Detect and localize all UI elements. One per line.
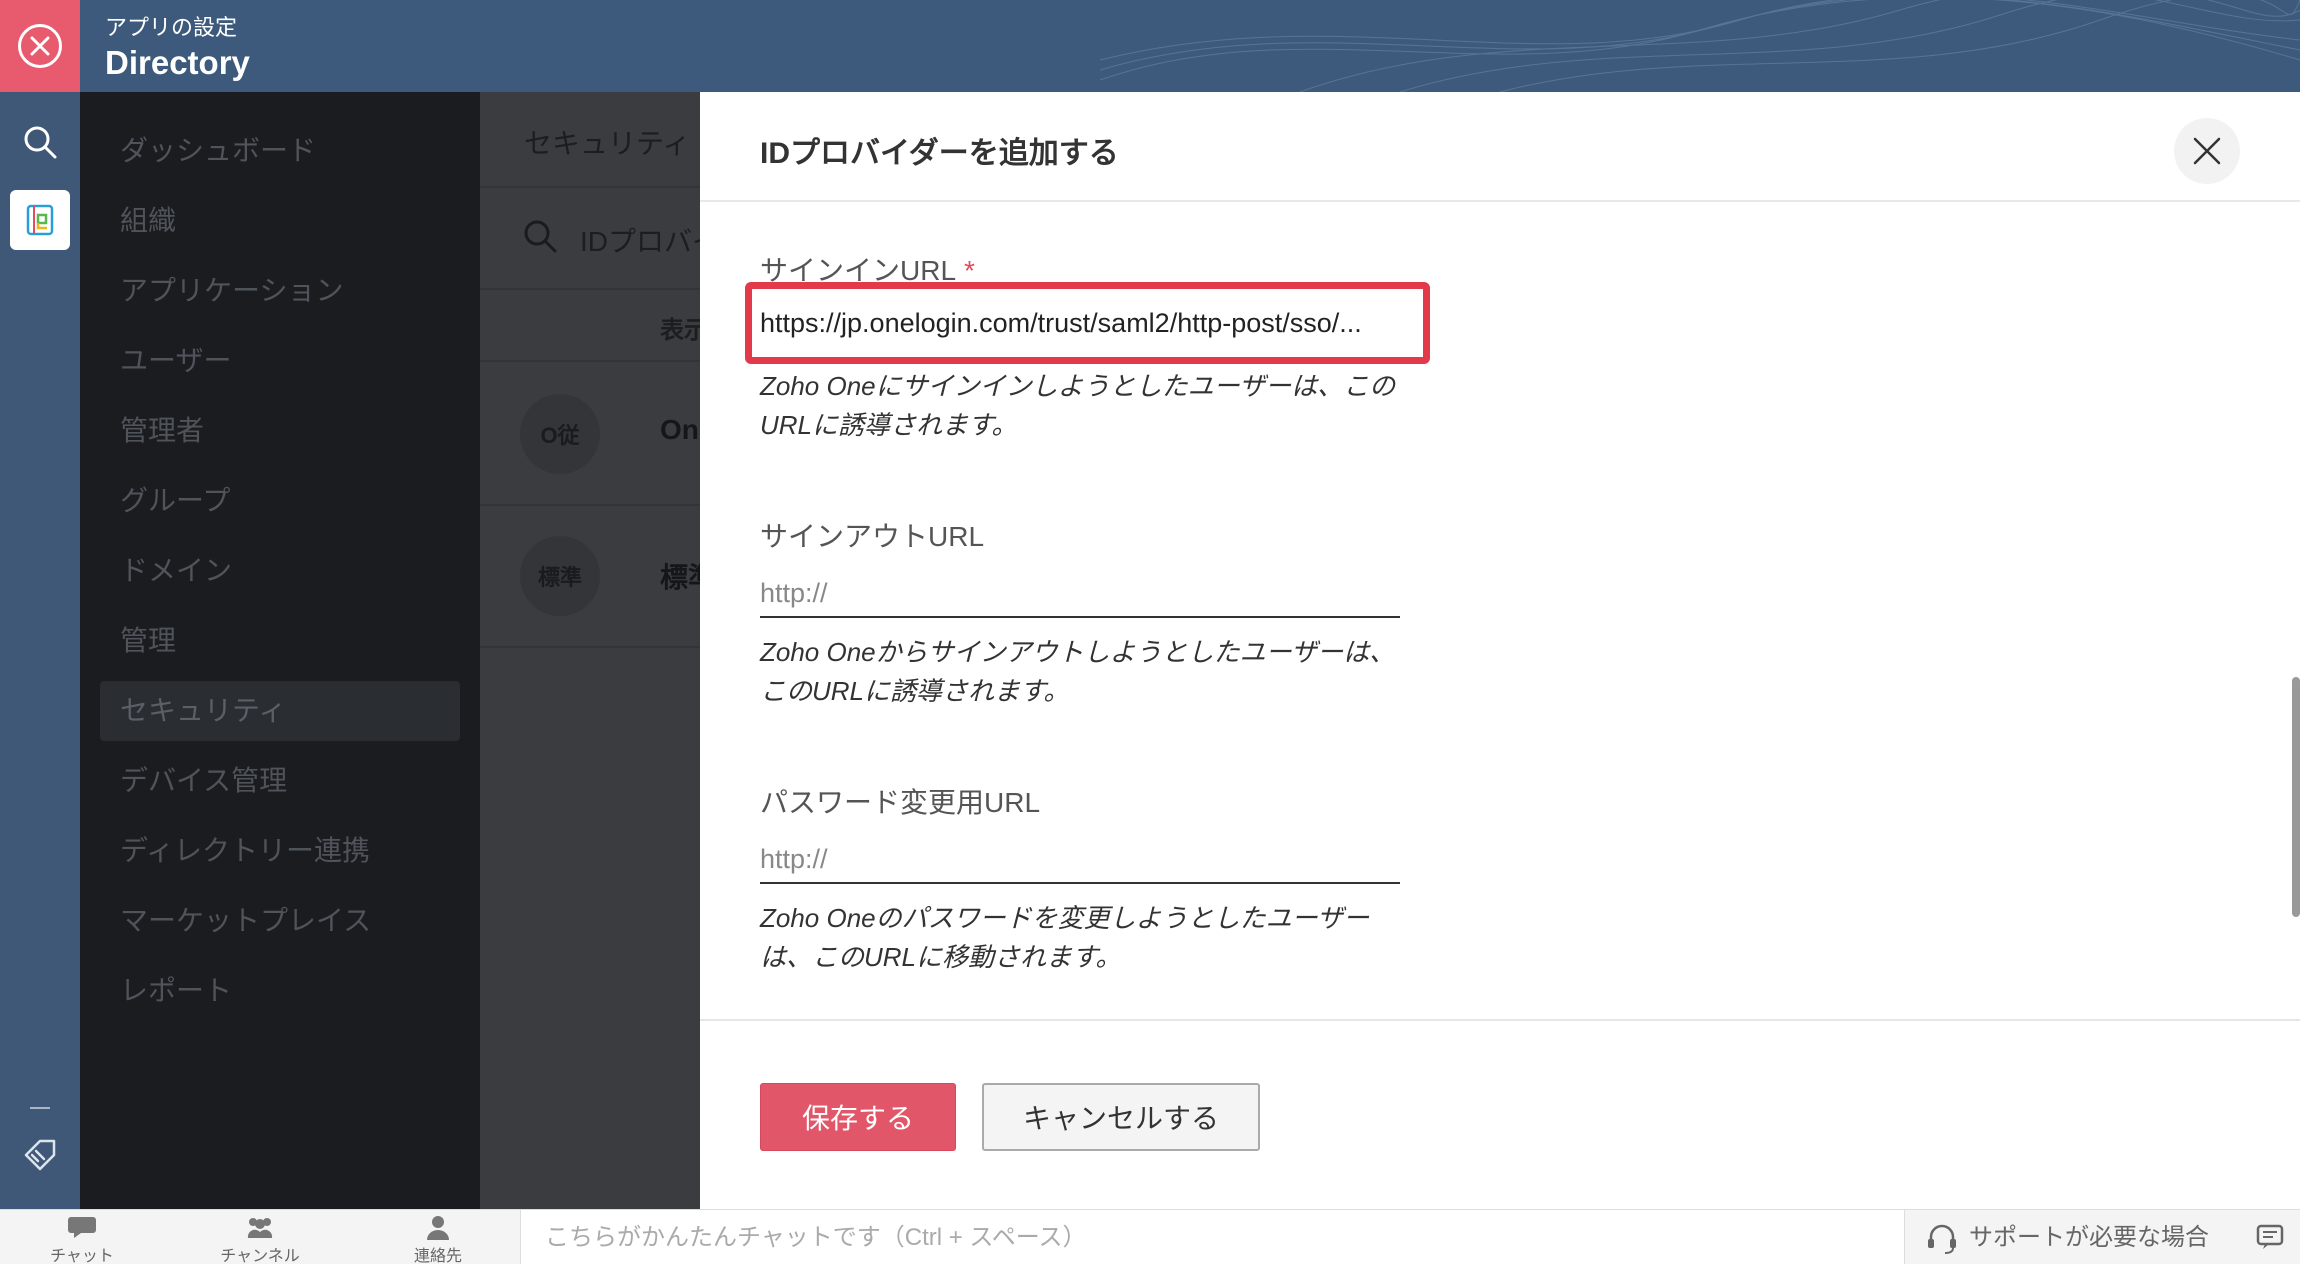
avatar: 標準 [520,536,600,616]
sidebar-item-management[interactable]: 管理 [120,611,440,671]
sidebar-item-dashboard[interactable]: ダッシュボード [120,121,440,181]
header-subtitle: アプリの設定 [105,15,238,40]
person-icon [427,1216,449,1240]
signout-url-label: サインアウトURL [760,521,985,552]
contacts-button[interactable]: 連絡先 [378,1214,498,1264]
sidebar-item-marketplace[interactable]: マーケットプレイス [120,891,440,951]
divider [480,504,700,506]
close-icon [2193,137,2221,165]
sidebar-item-organization[interactable]: 組織 [120,191,440,251]
divider [480,646,700,648]
sidebar-item-security[interactable]: セキュリティ [100,681,460,741]
app-header: アプリの設定 Directory [0,0,2300,92]
chat-button[interactable]: チャット [22,1214,142,1264]
password-url-hint: Zoho Oneのパスワードを変更しようとしたユーザーは、このURLに移動されま… [760,903,1370,972]
search-icon [524,220,557,253]
close-app-button[interactable] [0,0,80,92]
feedback-icon[interactable] [2255,1222,2285,1252]
sidebar-item-users[interactable]: ユーザー [120,331,440,391]
divider [480,288,700,290]
table-row: 標準 [660,562,700,593]
search-input: IDプロバイダー [580,226,700,257]
panel-scrollbar[interactable] [2292,677,2300,917]
sidebar-item-reports[interactable]: レポート [120,961,440,1021]
sidebar-item-domains[interactable]: ドメイン [120,541,440,601]
close-circle-icon [18,24,62,68]
header-title: Directory [105,44,250,81]
password-url-input[interactable] [760,836,1400,884]
cancel-button[interactable]: キャンセルする [982,1083,1260,1151]
signout-url-hint: Zoho Oneからサインアウトしようとしたユーザーは、このURLに誘導されます… [760,637,1396,706]
left-rail [0,92,80,1209]
sidebar-item-groups[interactable]: グループ [120,471,440,531]
close-panel-button[interactable] [2174,118,2240,184]
directory-logo-icon [26,204,54,236]
panel-title: IDプロバイダーを追加する [760,137,1119,170]
search-icon[interactable] [20,122,60,162]
divider [480,360,700,362]
sidebar-item-applications[interactable]: アプリケーション [120,261,440,321]
settings-sidebar: ダッシュボード 組織 アプリケーション ユーザー 管理者 グループ ドメイン 管… [80,92,480,1209]
sidebar-item-directory-sync[interactable]: ディレクトリー連携 [120,821,440,881]
security-list-background: セキュリティ IDプロバイダー 表示 O従 On 標準 標準 [480,92,700,1209]
avatar: O従 [520,394,600,474]
signin-url-hint: Zoho Oneにサインインしようとしたユーザーは、このURLに誘導されます。 [760,371,1396,440]
channels-button[interactable]: チャンネル [200,1214,320,1264]
sidebar-item-device-management[interactable]: デバイス管理 [120,751,440,811]
header-wave-decoration [1100,0,2300,92]
bottom-bar: チャット チャンネル 連絡先 こちらがかんたんチャットです（Ctrl + スペー… [0,1209,2300,1264]
tag-check-icon[interactable] [22,1137,58,1173]
quick-chat-input[interactable]: こちらがかんたんチャットです（Ctrl + スペース） [520,1210,1905,1264]
save-button[interactable]: 保存する [760,1083,956,1151]
section-heading: セキュリティ [524,128,691,159]
signin-url-input[interactable]: https://jp.onelogin.com/trust/saml2/http… [760,297,1415,349]
support-button[interactable]: サポートが必要な場合 [1925,1210,2209,1264]
sidebar-item-admins[interactable]: 管理者 [120,401,440,461]
chat-icon [68,1217,96,1238]
signout-url-input[interactable] [760,570,1400,618]
password-url-label: パスワード変更用URL [760,787,1041,818]
divider [480,186,700,188]
rail-divider [30,1107,50,1109]
panel-footer: 保存する キャンセルする [700,1019,2300,1209]
panel-header: IDプロバイダーを追加する [700,92,2300,202]
headset-icon [1928,1224,1956,1254]
group-icon [247,1218,273,1238]
table-row: On [660,414,699,445]
column-header: 表示 [660,317,700,344]
directory-app-icon[interactable] [10,190,70,250]
add-idp-panel: IDプロバイダーを追加する サインインURL * https://jp.onelo… [700,92,2300,1209]
